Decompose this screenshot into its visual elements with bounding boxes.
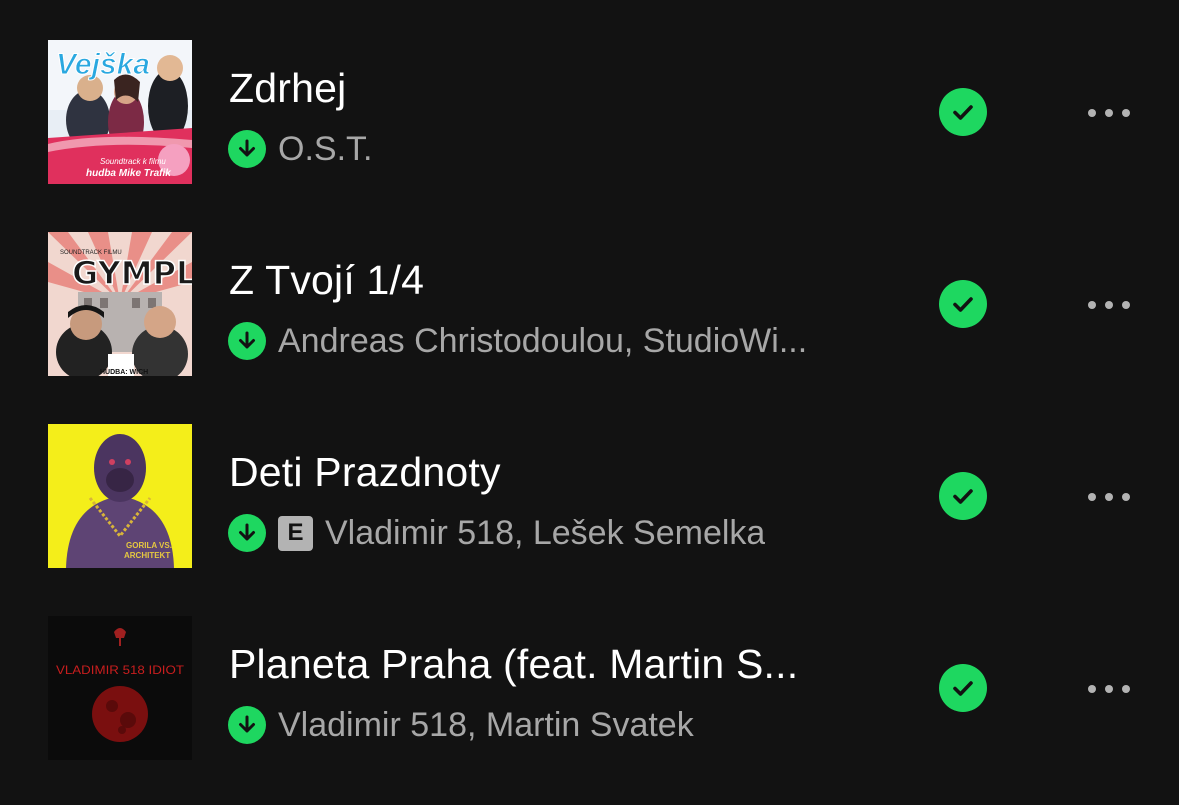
saved-check-icon[interactable] (939, 664, 987, 712)
track-artist: O.S.T. (278, 129, 373, 168)
track-meta: O.S.T. (228, 129, 888, 169)
explicit-badge: E (278, 515, 313, 551)
track-artist: Vladimir 518, Martin Svatek (278, 705, 694, 744)
cover-caption: hudba Mike Trafik (86, 168, 171, 179)
track-row[interactable]: GORILA VS. ARCHITEKT Deti Prazdnoty E Vl… (0, 421, 1179, 571)
album-cover-gympl: SOUNDTRACK FILMU GYMPL HUDBA: WICH (48, 232, 192, 376)
more-dots-icon (1088, 685, 1096, 693)
track-title: Planeta Praha (feat. Martin S... (229, 641, 799, 687)
cover-logo: GYMPL (72, 254, 192, 292)
more-options-button[interactable] (1074, 669, 1144, 709)
track-row[interactable]: Vejška Soundtrack k filmu hudba Mike Tra… (0, 37, 1179, 187)
saved-check-icon[interactable] (939, 88, 987, 136)
track-title: Z Tvojí 1/4 (229, 257, 425, 303)
track-artist: Vladimir 518, Lešek Semelka (325, 513, 766, 552)
downloaded-icon (228, 706, 266, 744)
album-cover-gorila-vs-architekt: GORILA VS. ARCHITEKT (48, 424, 192, 568)
downloaded-icon (228, 130, 266, 168)
saved-check-icon[interactable] (939, 280, 987, 328)
more-dots-icon (1088, 301, 1096, 309)
track-artist: Andreas Christodoulou, StudioWi... (278, 321, 808, 360)
downloaded-icon (228, 514, 266, 552)
more-dots-icon (1088, 109, 1096, 117)
album-cover-idiot: VLADIMIR 518 IDIOT (48, 616, 192, 760)
track-title: Zdrhej (229, 65, 347, 111)
more-options-button[interactable] (1074, 477, 1144, 517)
more-dots-icon (1088, 493, 1096, 501)
track-row[interactable]: SOUNDTRACK FILMU GYMPL HUDBA: WICH Z Tvo… (0, 229, 1179, 379)
cover-logo: VLADIMIR 518 IDIOT (56, 663, 185, 677)
track-title: Deti Prazdnoty (229, 449, 501, 495)
downloaded-icon (228, 322, 266, 360)
track-list: Vejška Soundtrack k filmu hudba Mike Tra… (0, 0, 1179, 805)
cover-logo: Vejška (56, 48, 150, 81)
more-options-button[interactable] (1074, 285, 1144, 325)
album-cover-vejska: Vejška Soundtrack k filmu hudba Mike Tra… (48, 40, 192, 184)
saved-check-icon[interactable] (939, 472, 987, 520)
cover-caption: HUDBA: WICH (100, 369, 148, 376)
cover-caption: GORILA VS. (126, 541, 172, 550)
cover-caption: Soundtrack k filmu (100, 157, 166, 166)
track-row[interactable]: VLADIMIR 518 IDIOT Planeta Praha (feat. … (0, 613, 1179, 763)
cover-caption: ARCHITEKT (124, 551, 170, 560)
track-meta: Andreas Christodoulou, StudioWi... (228, 321, 888, 361)
track-meta: E Vladimir 518, Lešek Semelka (228, 513, 888, 553)
more-options-button[interactable] (1074, 93, 1144, 133)
track-meta: Vladimir 518, Martin Svatek (228, 705, 888, 745)
